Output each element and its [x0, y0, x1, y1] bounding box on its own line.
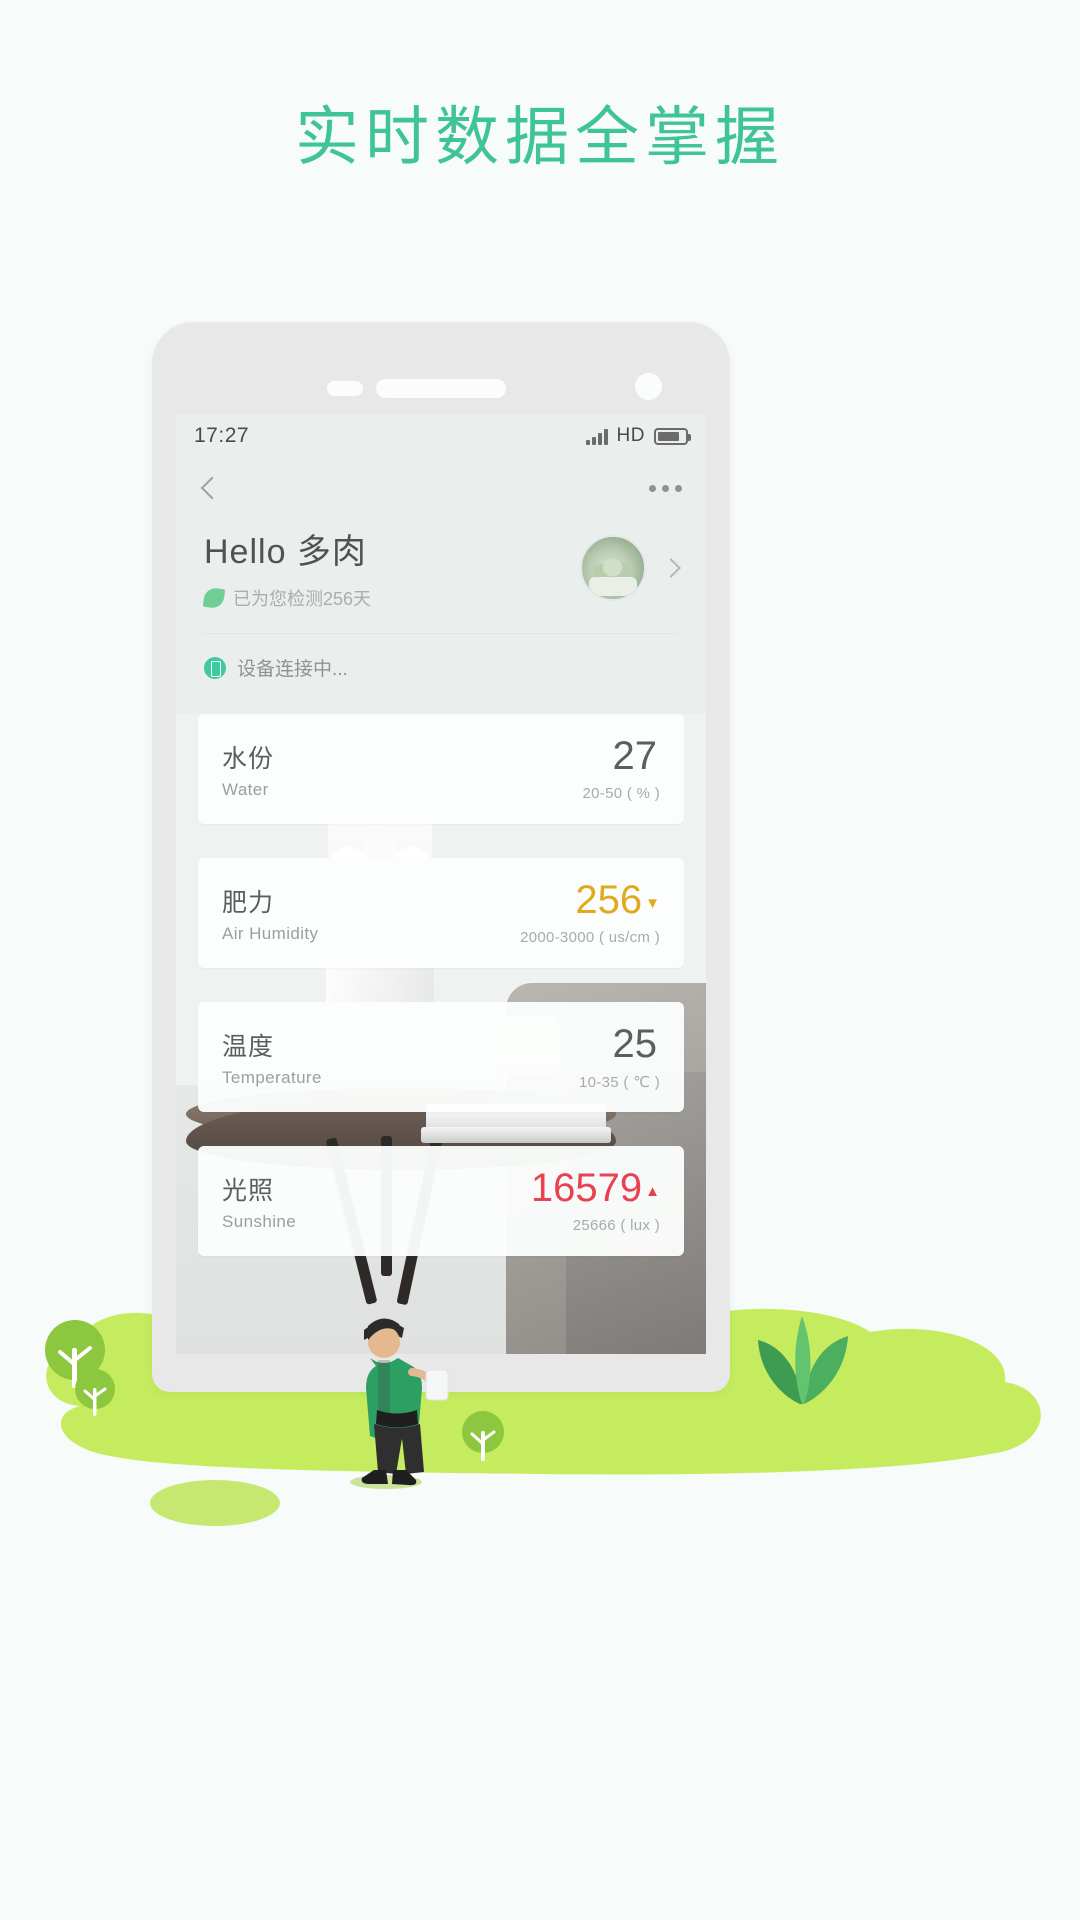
avatar[interactable] — [580, 534, 646, 601]
chevron-right-icon[interactable] — [661, 557, 681, 578]
back-chevron-icon[interactable] — [200, 476, 224, 500]
card-value: 27 — [612, 734, 658, 778]
signal-bars-icon — [585, 428, 608, 445]
card-title-en: Air Humidity — [222, 923, 319, 943]
card-value: 256 — [575, 878, 643, 922]
sensor-card-sunshine[interactable]: 光照 Sunshine 16579 ▲ 25666 ( lux ) — [198, 1146, 684, 1256]
sensor-card-fertility[interactable]: 肥力 Air Humidity 256 ▼ 2000-3000 ( us/cm … — [198, 858, 684, 968]
card-title-en: Water — [222, 779, 269, 799]
proximity-sensor — [327, 381, 363, 396]
status-time: 17:27 — [194, 424, 250, 447]
earpiece-speaker — [376, 379, 506, 398]
aloe-plant-icon — [758, 1316, 848, 1404]
sensor-card-list: 水份 Water 27 20-50 ( % ) 肥力 Air Humidity — [176, 714, 706, 1290]
card-value: 25 — [612, 1021, 658, 1066]
grass-shadow-ellipse — [150, 1480, 280, 1526]
front-camera — [635, 373, 662, 400]
card-range: 25666 ( lux ) — [572, 1217, 660, 1234]
card-title-cn: 温度 — [222, 1032, 275, 1061]
card-value: 16579 — [530, 1166, 643, 1210]
card-range: 20-50 ( % ) — [582, 785, 660, 802]
card-range: 10-35 ( ℃ ) — [578, 1073, 660, 1091]
card-title-cn: 水份 — [222, 744, 275, 773]
phone-mockup: 17:27 HD Hello 多肉 已为您检测256天 设备连接中... 水份 … — [152, 322, 730, 1392]
battery-icon — [654, 427, 691, 445]
greeting-title: Hello 多肉 — [204, 533, 367, 571]
leaf-icon — [202, 586, 226, 610]
card-trend-icon: ▲ — [645, 1183, 660, 1200]
device-icon — [204, 656, 226, 679]
card-trend-icon: ▼ — [645, 895, 660, 912]
plant-header[interactable]: Hello 多肉 已为您检测256天 — [176, 518, 706, 611]
phone-screen: 17:27 HD Hello 多肉 已为您检测256天 设备连接中... 水份 … — [176, 414, 706, 1354]
page-title: 实时数据全掌握 — [295, 101, 785, 173]
app-navbar — [176, 458, 706, 518]
monitor-days-label: 已为您检测256天 — [233, 589, 372, 609]
more-options-icon[interactable] — [649, 484, 682, 492]
card-title-cn: 肥力 — [222, 888, 275, 917]
worker-figure-icon — [350, 1318, 449, 1489]
sensor-card-water[interactable]: 水份 Water 27 20-50 ( % ) — [198, 714, 684, 824]
card-title-en: Sunshine — [222, 1211, 297, 1231]
card-range: 2000-3000 ( us/cm ) — [520, 929, 660, 946]
sensor-card-temperature[interactable]: 温度 Temperature 25 10-35 ( ℃ ) — [198, 1002, 684, 1112]
card-title-cn: 光照 — [222, 1176, 275, 1205]
tree-icon-small-left — [75, 1369, 115, 1416]
tree-icon-center — [462, 1411, 504, 1461]
network-label: HD — [616, 425, 645, 446]
card-title-en: Temperature — [222, 1067, 322, 1087]
status-bar: 17:27 HD — [176, 414, 706, 458]
device-status-text: 设备连接中... — [237, 659, 348, 680]
device-status-row: 设备连接中... — [176, 634, 706, 681]
